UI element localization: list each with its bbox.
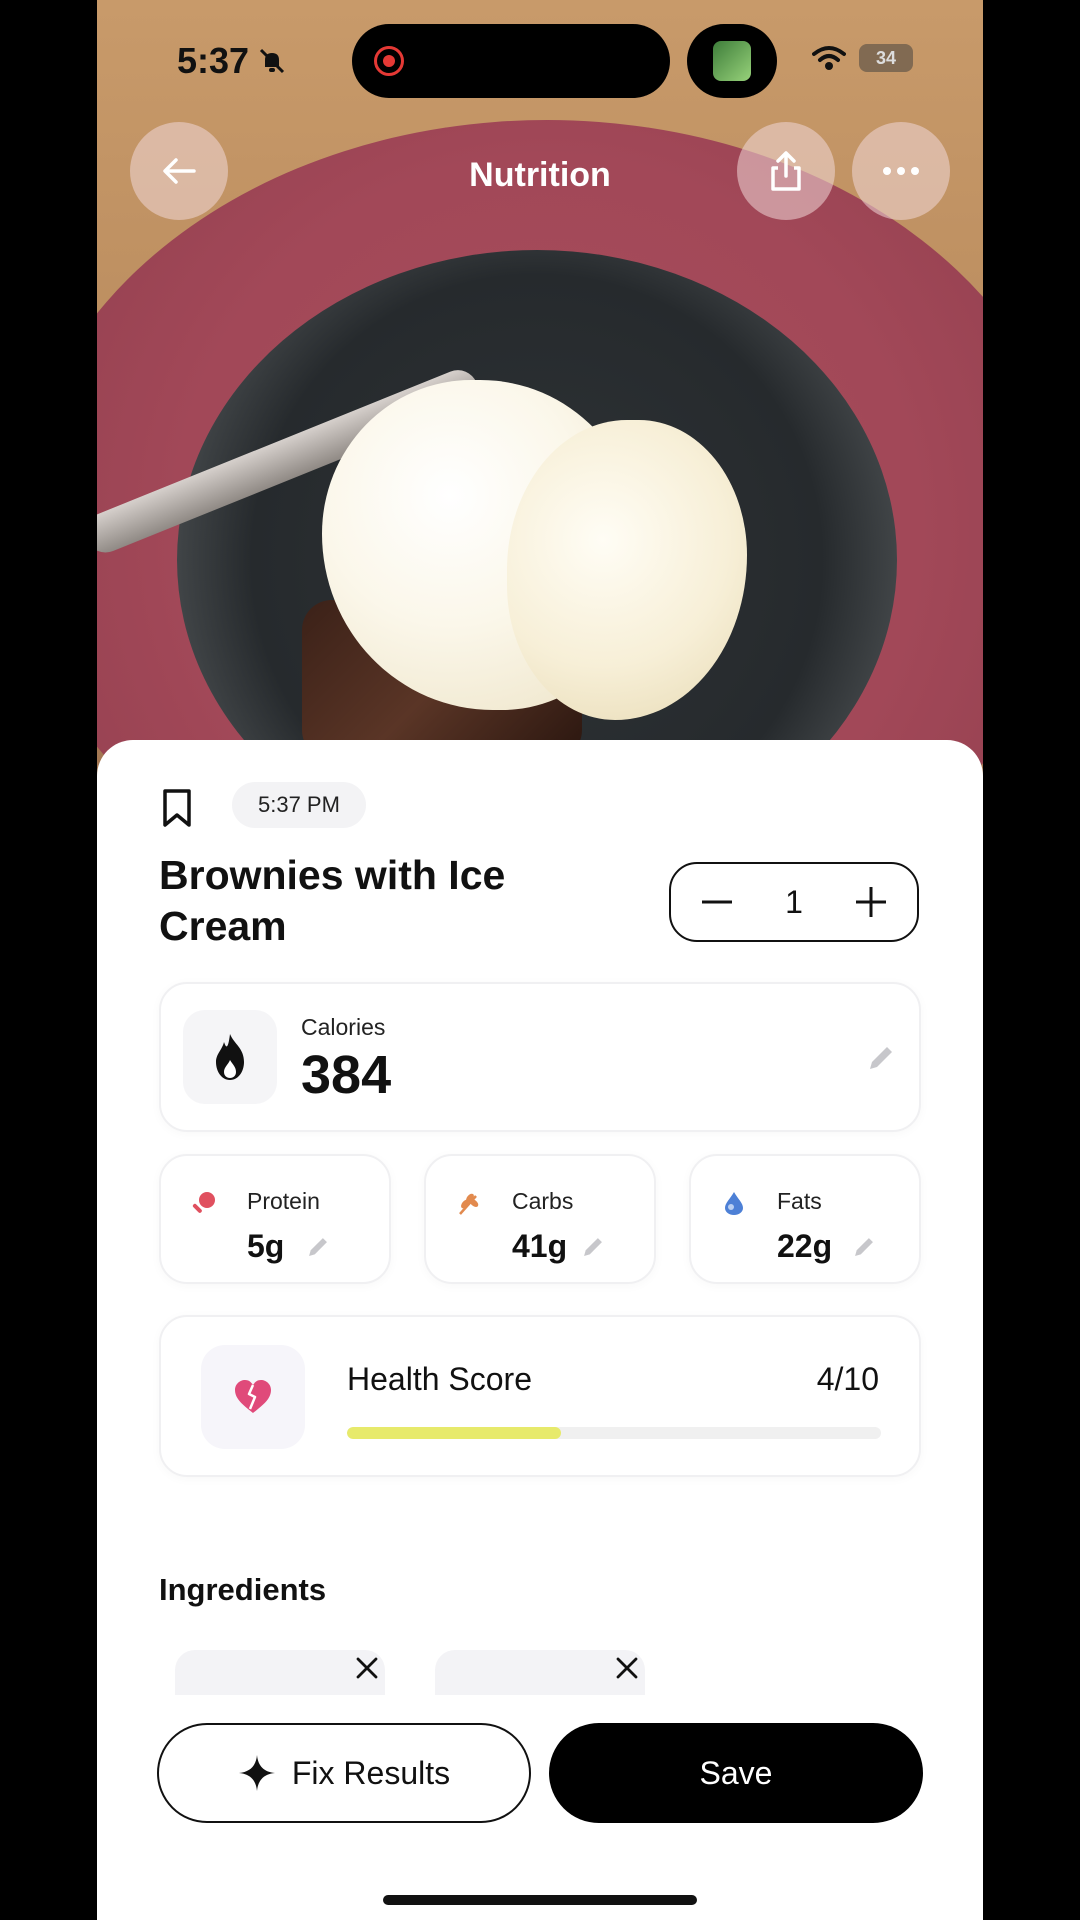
close-icon [616,1657,638,1679]
fats-card[interactable]: Fats 22g [689,1154,921,1284]
close-icon [356,1657,378,1679]
calories-value: 384 [301,1045,392,1105]
protein-card[interactable]: Protein 5g [159,1154,391,1284]
carbs-value: 41g [512,1228,568,1264]
calories-card[interactable]: Calories 384 [159,982,921,1132]
phone-screen: 5:37 34 Nutrition 5:37 PM Brownies with … [97,0,983,1920]
fix-results-label: Fix Results [291,1754,451,1791]
bookmark-icon[interactable] [162,788,192,828]
health-score-label: Health Score [347,1361,532,1397]
bell-slash-icon [259,48,285,74]
calories-icon-container [183,1010,277,1104]
health-score-card: Health Score 4/10 [159,1315,921,1477]
broken-heart-icon [235,1380,271,1413]
quantity-stepper: 1 [669,862,919,942]
droplet-icon [725,1192,743,1215]
battery-icon: 34 [859,44,913,72]
save-button[interactable]: Save [549,1723,923,1823]
more-options-button[interactable] [852,122,950,220]
home-indicator [383,1895,697,1905]
flame-icon [216,1034,244,1080]
edit-pencil-icon[interactable] [305,1234,331,1260]
drumstick-icon [192,1192,215,1213]
plus-icon [855,887,886,917]
meal-time-chip: 5:37 PM [232,782,366,828]
fats-value: 22g [777,1228,833,1264]
health-score-bar-fill [347,1427,561,1439]
share-icon [771,151,801,191]
recording-icon [374,46,404,76]
food-name: Brownies with Ice Cream [159,852,506,949]
sparkle-icon [238,1755,275,1791]
health-score-value: 4/10 [816,1361,879,1397]
carbs-label: Carbs [512,1188,574,1214]
fix-results-button[interactable]: Fix Results [157,1723,531,1823]
wifi-icon [812,46,846,70]
protein-label: Protein [247,1188,320,1214]
health-icon-container [201,1345,305,1449]
share-button[interactable] [737,122,835,220]
fats-label: Fats [777,1188,822,1214]
edit-pencil-icon[interactable] [580,1234,606,1260]
edit-pencil-icon[interactable] [865,1042,897,1074]
ingredients-title: Ingredients [159,1572,327,1607]
edit-pencil-icon[interactable] [851,1234,877,1260]
ellipsis-icon [883,167,919,175]
health-score-bar [347,1427,881,1439]
increment-button[interactable] [853,884,889,920]
wheat-icon [459,1193,479,1215]
food-photo [97,0,983,940]
quantity-value: 1 [785,883,803,920]
live-activity [687,24,777,98]
page-title: Nutrition [469,156,611,194]
calories-label: Calories [301,1014,386,1040]
remove-ingredient-button[interactable] [615,1650,639,1689]
decrement-button[interactable] [699,884,735,920]
save-label: Save [699,1754,773,1791]
bottom-action-bar: Fix Results Save [97,1695,983,1920]
dynamic-island [352,24,670,98]
carbs-card[interactable]: Carbs 41g [424,1154,656,1284]
remove-ingredient-button[interactable] [355,1650,379,1689]
minus-icon [702,900,732,904]
protein-value: 5g [247,1228,285,1264]
app-thumbnail-icon [713,41,751,81]
status-time: 5:37 [177,40,250,81]
